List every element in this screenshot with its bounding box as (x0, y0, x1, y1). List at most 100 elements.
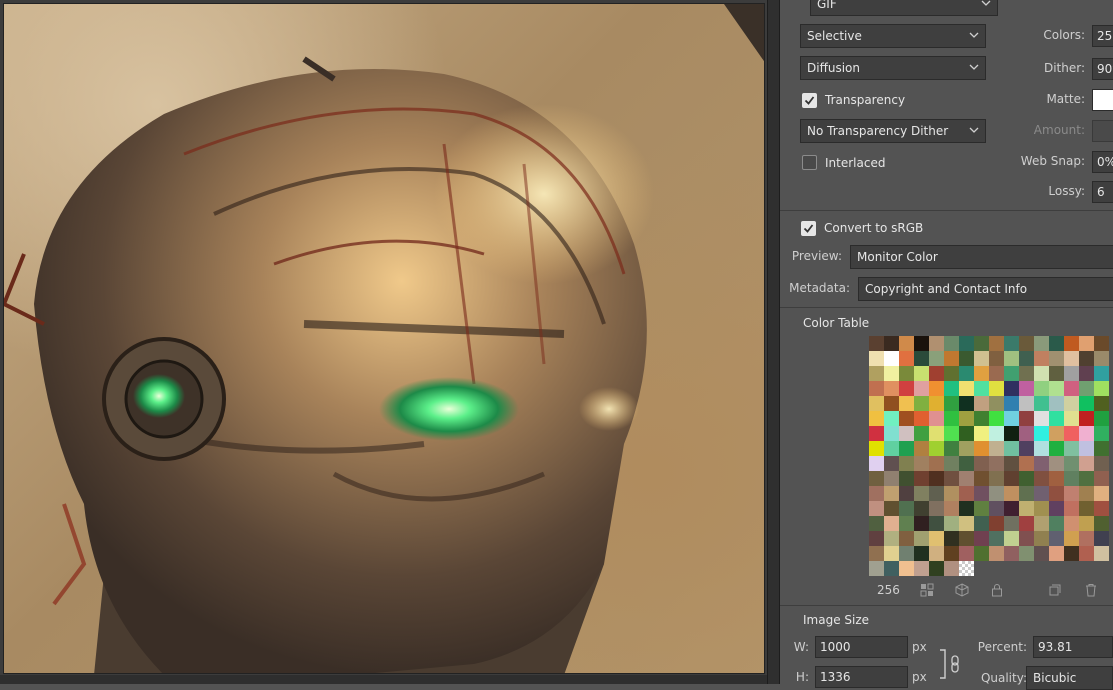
color-swatch[interactable] (1004, 381, 1019, 396)
color-swatch[interactable] (959, 531, 974, 546)
color-swatch[interactable] (929, 456, 944, 471)
color-swatch[interactable] (1094, 456, 1109, 471)
color-swatch[interactable] (899, 336, 914, 351)
color-swatch[interactable] (1079, 411, 1094, 426)
format-select[interactable]: GIF (810, 0, 998, 16)
color-swatch[interactable] (1034, 426, 1049, 441)
color-swatch[interactable] (1049, 546, 1064, 561)
height-input[interactable]: 1336 (815, 666, 908, 688)
color-swatch[interactable] (959, 561, 974, 576)
color-swatch[interactable] (959, 351, 974, 366)
color-swatch[interactable] (989, 351, 1004, 366)
color-swatch[interactable] (959, 501, 974, 516)
color-swatch[interactable] (944, 516, 959, 531)
color-swatch[interactable] (899, 561, 914, 576)
color-swatch[interactable] (1019, 366, 1034, 381)
preview-select[interactable]: Monitor Color (850, 245, 1113, 269)
color-swatch[interactable] (1094, 381, 1109, 396)
color-swatch[interactable] (959, 336, 974, 351)
preview-image[interactable] (3, 3, 765, 674)
color-swatch[interactable] (1034, 381, 1049, 396)
color-table-grid[interactable] (869, 336, 1110, 576)
color-swatch[interactable] (869, 336, 884, 351)
color-swatch[interactable] (1004, 516, 1019, 531)
color-swatch[interactable] (1094, 396, 1109, 411)
color-swatch[interactable] (974, 426, 989, 441)
color-swatch[interactable] (914, 351, 929, 366)
color-swatch[interactable] (1019, 396, 1034, 411)
color-swatch[interactable] (929, 546, 944, 561)
color-swatch[interactable] (989, 531, 1004, 546)
color-swatch[interactable] (959, 486, 974, 501)
color-swatch[interactable] (869, 351, 884, 366)
lock-icon[interactable] (990, 583, 1004, 597)
color-swatch[interactable] (1004, 336, 1019, 351)
color-swatch[interactable] (914, 366, 929, 381)
color-swatch[interactable] (929, 396, 944, 411)
color-swatch[interactable] (884, 441, 899, 456)
color-swatch[interactable] (899, 396, 914, 411)
color-swatch[interactable] (1019, 426, 1034, 441)
color-swatch[interactable] (1049, 501, 1064, 516)
color-swatch[interactable] (1049, 351, 1064, 366)
color-swatch[interactable] (1019, 471, 1034, 486)
color-swatch[interactable] (959, 411, 974, 426)
color-swatch[interactable] (1064, 351, 1079, 366)
color-swatch[interactable] (1004, 441, 1019, 456)
width-input[interactable]: 1000 (815, 636, 908, 658)
color-swatch[interactable] (1019, 381, 1034, 396)
color-swatch[interactable] (899, 456, 914, 471)
color-swatch[interactable] (1034, 516, 1049, 531)
color-swatch[interactable] (1094, 471, 1109, 486)
color-swatch[interactable] (929, 471, 944, 486)
color-swatch[interactable] (959, 366, 974, 381)
color-swatch[interactable] (914, 471, 929, 486)
color-swatch[interactable] (884, 426, 899, 441)
color-swatch[interactable] (944, 456, 959, 471)
color-swatch[interactable] (1004, 471, 1019, 486)
color-swatch[interactable] (989, 381, 1004, 396)
color-swatch[interactable] (1064, 366, 1079, 381)
color-swatch[interactable] (914, 411, 929, 426)
color-swatch[interactable] (1019, 411, 1034, 426)
color-swatch[interactable] (1064, 531, 1079, 546)
color-swatch[interactable] (914, 546, 929, 561)
color-swatch[interactable] (1004, 426, 1019, 441)
color-swatch[interactable] (1034, 396, 1049, 411)
color-swatch[interactable] (884, 546, 899, 561)
color-swatch[interactable] (914, 456, 929, 471)
color-swatch[interactable] (869, 516, 884, 531)
color-swatch[interactable] (869, 471, 884, 486)
color-swatch[interactable] (929, 381, 944, 396)
color-swatch[interactable] (989, 411, 1004, 426)
color-swatch[interactable] (869, 561, 884, 576)
color-swatch[interactable] (884, 456, 899, 471)
color-swatch[interactable] (914, 396, 929, 411)
dither-input[interactable]: 90% (1092, 58, 1113, 80)
color-swatch[interactable] (1049, 396, 1064, 411)
percent-input[interactable]: 93.81 (1033, 636, 1113, 658)
image-preview-area[interactable] (0, 0, 767, 684)
color-swatch[interactable] (1049, 531, 1064, 546)
color-swatch[interactable] (1019, 486, 1034, 501)
color-swatch[interactable] (929, 426, 944, 441)
color-swatch[interactable] (1079, 381, 1094, 396)
color-swatch[interactable] (1049, 381, 1064, 396)
color-swatch[interactable] (914, 426, 929, 441)
color-swatch[interactable] (1004, 351, 1019, 366)
color-swatch[interactable] (899, 351, 914, 366)
color-swatch[interactable] (1064, 411, 1079, 426)
color-swatch[interactable] (1094, 441, 1109, 456)
color-swatch[interactable] (1034, 456, 1049, 471)
color-swatch[interactable] (1034, 471, 1049, 486)
color-swatch[interactable] (1034, 411, 1049, 426)
color-swatch[interactable] (929, 516, 944, 531)
color-swatch[interactable] (929, 336, 944, 351)
color-swatch[interactable] (944, 396, 959, 411)
color-swatch[interactable] (929, 441, 944, 456)
color-swatch[interactable] (914, 336, 929, 351)
color-swatch[interactable] (899, 546, 914, 561)
color-swatch[interactable] (1049, 366, 1064, 381)
color-swatch[interactable] (989, 396, 1004, 411)
color-swatch[interactable] (884, 516, 899, 531)
